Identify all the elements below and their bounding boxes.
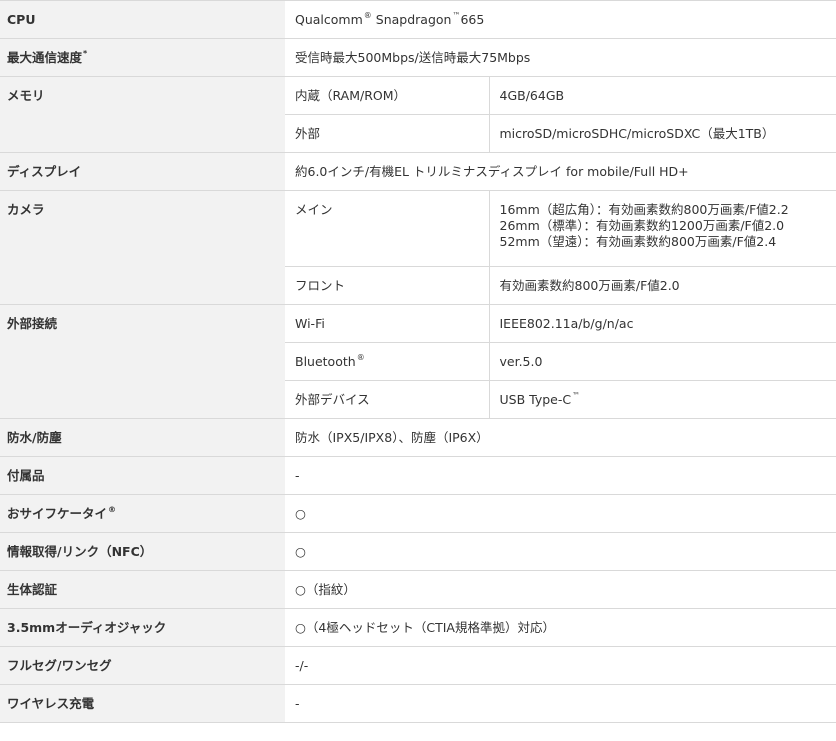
osaifu-label: おサイフケータイ® bbox=[0, 494, 285, 533]
row-nfc: 情報取得/リンク（NFC） ○ bbox=[0, 532, 836, 571]
row-wifi: 外部接続 Wi-Fi IEEE802.11a/b/g/n/ac bbox=[0, 304, 836, 419]
water-value: 防水（IPX5/IPX8）、防塵（IP6X） bbox=[285, 418, 836, 457]
row-biometric: 生体認証 ○（指紋） bbox=[0, 570, 836, 609]
row-speed: 最大通信速度* 受信時最大500Mbps/送信時最大75Mbps bbox=[0, 38, 836, 77]
memory-label: メモリ bbox=[0, 76, 285, 153]
row-accessories: 付属品 - bbox=[0, 456, 836, 495]
bluetooth-label: Bluetooth® bbox=[285, 342, 490, 381]
row-memory-internal: メモリ 内蔵（RAM/ROM） 4GB/64GB bbox=[0, 76, 836, 153]
water-label: 防水/防塵 bbox=[0, 418, 285, 457]
row-cpu: CPU Qualcomm® Snapdragon™665 bbox=[0, 0, 836, 39]
jack-label: 3.5mmオーディオジャック bbox=[0, 608, 285, 647]
camera-label: カメラ bbox=[0, 190, 285, 305]
bluetooth-value: ver.5.0 bbox=[489, 342, 836, 381]
row-display: ディスプレイ 約6.0インチ/有機EL トリルミナスディスプレイ for mob… bbox=[0, 152, 836, 191]
accessories-label: 付属品 bbox=[0, 456, 285, 495]
external-device-label: 外部デバイス bbox=[285, 380, 490, 419]
row-camera-main: カメラ メイン 16mm（超広角）：有効画素数約800万画素/F値2.2 26m… bbox=[0, 190, 836, 305]
wifi-label: Wi-Fi bbox=[285, 304, 490, 343]
biometric-label: 生体認証 bbox=[0, 570, 285, 609]
row-water: 防水/防塵 防水（IPX5/IPX8）、防塵（IP6X） bbox=[0, 418, 836, 457]
speed-label: 最大通信速度* bbox=[0, 38, 285, 77]
camera-main-line: 26mm（標準）：有効画素数約1200万画素/F値2.0 bbox=[499, 218, 785, 233]
tv-label: フルセグ/ワンセグ bbox=[0, 646, 285, 685]
memory-external-label: 外部 bbox=[285, 114, 490, 153]
camera-main-label: メイン bbox=[285, 190, 490, 267]
nfc-label: 情報取得/リンク（NFC） bbox=[0, 532, 285, 571]
cpu-label: CPU bbox=[0, 0, 285, 39]
display-value: 約6.0インチ/有機EL トリルミナスディスプレイ for mobile/Ful… bbox=[285, 152, 836, 191]
external-device-value: USB Type-C™ bbox=[489, 380, 836, 419]
camera-front-value: 有効画素数約800万画素/F値2.0 bbox=[489, 266, 836, 305]
camera-front-label: フロント bbox=[285, 266, 490, 305]
camera-main-value: 16mm（超広角）：有効画素数約800万画素/F値2.2 26mm（標準）：有効… bbox=[489, 190, 836, 267]
row-tv: フルセグ/ワンセグ -/- bbox=[0, 646, 836, 685]
biometric-value: ○（指紋） bbox=[285, 570, 836, 609]
connectivity-label: 外部接続 bbox=[0, 304, 285, 419]
tv-value: -/- bbox=[285, 646, 836, 685]
wireless-value: - bbox=[285, 684, 836, 723]
memory-internal-label: 内蔵（RAM/ROM） bbox=[285, 76, 490, 115]
speed-value: 受信時最大500Mbps/送信時最大75Mbps bbox=[285, 38, 836, 77]
wifi-value: IEEE802.11a/b/g/n/ac bbox=[489, 304, 836, 343]
row-wireless: ワイヤレス充電 - bbox=[0, 684, 836, 723]
row-osaifu: おサイフケータイ® ○ bbox=[0, 494, 836, 533]
wireless-label: ワイヤレス充電 bbox=[0, 684, 285, 723]
display-label: ディスプレイ bbox=[0, 152, 285, 191]
camera-main-line: 16mm（超広角）：有効画素数約800万画素/F値2.2 bbox=[499, 202, 789, 217]
nfc-value: ○ bbox=[285, 532, 836, 571]
cpu-value: Qualcomm® Snapdragon™665 bbox=[285, 0, 836, 39]
memory-internal-value: 4GB/64GB bbox=[489, 76, 836, 115]
memory-external-value: microSD/microSDHC/microSDXC（最大1TB） bbox=[489, 114, 836, 153]
spec-table: CPU Qualcomm® Snapdragon™665 最大通信速度* 受信時… bbox=[0, 0, 836, 723]
row-jack: 3.5mmオーディオジャック ○（4極ヘッドセット（CTIA規格準拠）対応） bbox=[0, 608, 836, 647]
accessories-value: - bbox=[285, 456, 836, 495]
camera-main-line: 52mm（望遠）：有効画素数約800万画素/F値2.4 bbox=[499, 234, 777, 249]
osaifu-value: ○ bbox=[285, 494, 836, 533]
jack-value: ○（4極ヘッドセット（CTIA規格準拠）対応） bbox=[285, 608, 836, 647]
